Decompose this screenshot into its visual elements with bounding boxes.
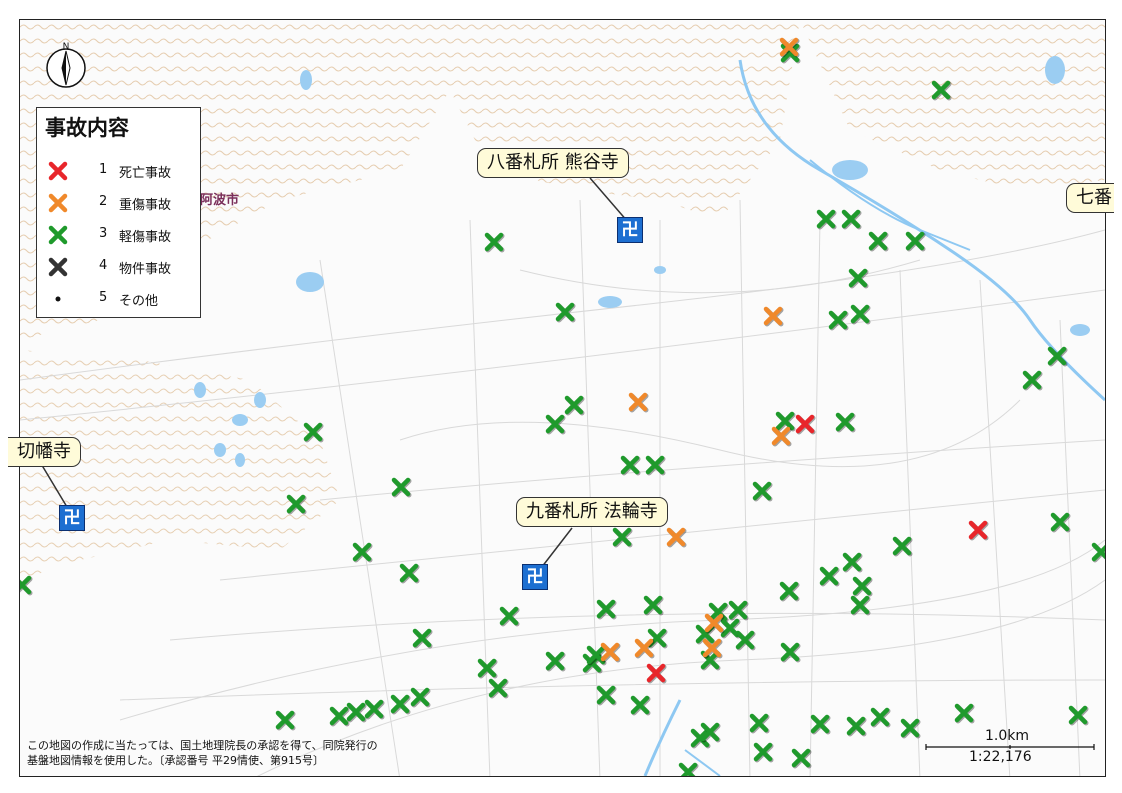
callout-shichiban[interactable]: 七番 <box>1066 183 1114 213</box>
copyright-line-2: 基盤地図情報を使用した。〔承認番号 平29情使、第915号〕 <box>27 754 324 767</box>
scale-distance: 1.0km <box>985 728 1030 744</box>
temple-kumadaniji-icon[interactable]: 卍 <box>617 217 643 243</box>
copyright-line-1: この地図の作成に当たっては、国土地理院長の承認を得て、同院発行の <box>27 739 378 752</box>
copyright-note: この地図の作成に当たっては、国土地理院長の承認を得て、同院発行の 基盤地図情報を… <box>27 738 378 768</box>
callout-kirihataji[interactable]: 切幡寺 <box>8 437 81 467</box>
temple-horinji-icon[interactable]: 卍 <box>522 564 548 590</box>
scale-ratio: 1:22,176 <box>969 749 1032 765</box>
callout-horinji[interactable]: 九番札所 法輪寺 <box>516 497 668 527</box>
temple-kirihataji-icon[interactable]: 卍 <box>59 505 85 531</box>
callout-kumadaniji[interactable]: 八番札所 熊谷寺 <box>477 148 629 178</box>
callout-leaders <box>39 177 629 573</box>
